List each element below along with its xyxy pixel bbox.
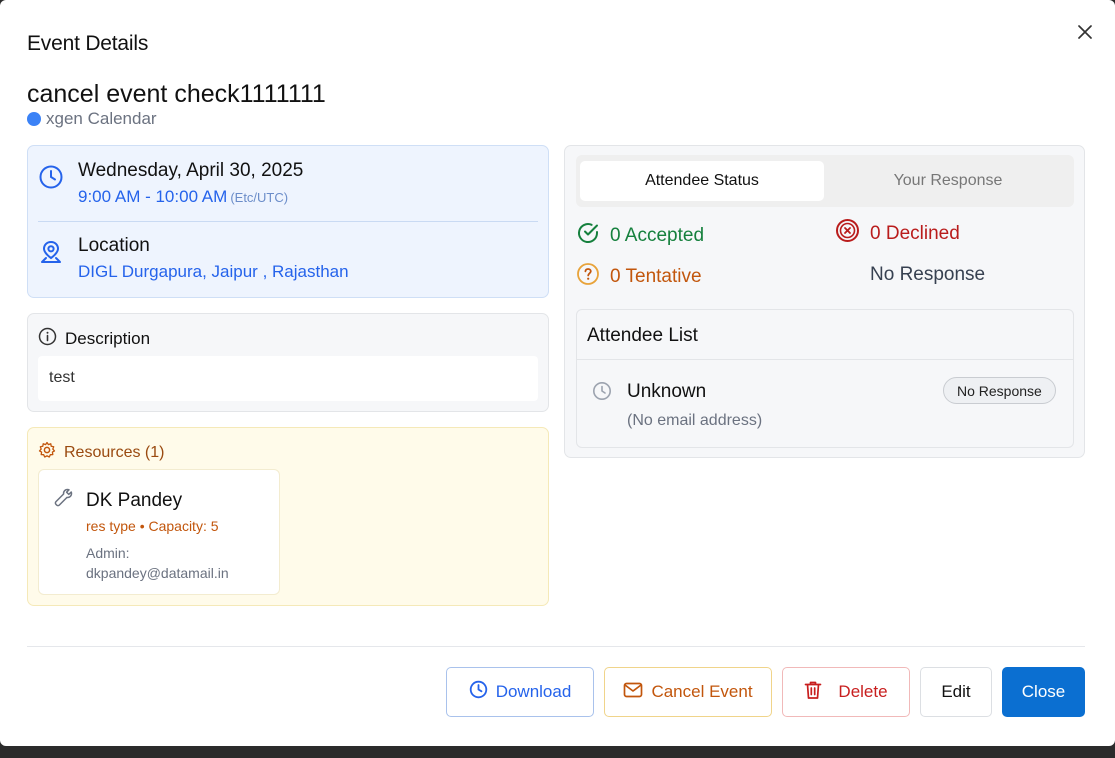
datetime-row: Wednesday, April 30, 2025 9:00 AM - 10:0… xyxy=(38,160,303,207)
attendee-list-title: Attendee List xyxy=(577,310,1073,360)
resource-admin-label: Admin: xyxy=(86,545,130,561)
datetime-location-card: Wednesday, April 30, 2025 9:00 AM - 10:0… xyxy=(27,145,549,298)
cancel-event-label: Cancel Event xyxy=(651,682,753,701)
delete-button[interactable]: Delete xyxy=(782,667,910,717)
attendee-list: Attendee List Unknown (No email address)… xyxy=(576,309,1074,448)
resources-label: Resources (1) xyxy=(64,443,165,461)
check-circle-icon xyxy=(576,221,600,251)
clock-icon xyxy=(469,680,488,704)
close-icon[interactable] xyxy=(1073,20,1097,44)
calendar-color-dot xyxy=(27,112,41,126)
description-header: Description xyxy=(38,327,150,351)
resource-item: DK Pandey res type • Capacity: 5 Admin: … xyxy=(38,469,280,595)
info-icon xyxy=(38,327,57,351)
close-button[interactable]: Close xyxy=(1002,667,1085,717)
resource-meta: res type • Capacity: 5 xyxy=(86,518,219,534)
location-value: DIGL Durgapura, Jaipur , Rajasthan xyxy=(78,262,349,281)
edit-button[interactable]: Edit xyxy=(920,667,992,717)
map-pin-icon xyxy=(38,239,64,265)
mail-icon xyxy=(623,682,643,703)
modal-title: Event Details xyxy=(27,32,149,55)
cancel-event-button[interactable]: Cancel Event xyxy=(604,667,772,717)
question-circle-icon xyxy=(576,262,600,292)
description-card: Description test xyxy=(27,313,549,412)
resource-admin: Admin: dkpandey@datamail.in xyxy=(86,543,266,583)
resources-card: Resources (1) DK Pandey res type • Capac… xyxy=(27,427,549,606)
event-title: cancel event check1111111 xyxy=(27,80,326,108)
download-button[interactable]: Download xyxy=(446,667,594,717)
event-timezone: (Etc/UTC) xyxy=(230,190,289,205)
no-response-label: No Response xyxy=(870,264,986,285)
divider xyxy=(38,221,538,222)
declined-count: 0 Declined xyxy=(870,222,960,244)
resources-header: Resources (1) xyxy=(38,441,164,464)
accepted-count: 0 Accepted xyxy=(610,225,705,246)
resource-name: DK Pandey xyxy=(86,490,183,511)
trash-icon xyxy=(804,680,822,705)
attendee-name: Unknown xyxy=(627,381,707,402)
location-label: Location xyxy=(78,235,150,256)
calendar-name: xgen Calendar xyxy=(46,109,157,128)
tab-your-response[interactable]: Your Response xyxy=(826,161,1070,201)
delete-label: Delete xyxy=(838,682,888,701)
clock-icon xyxy=(38,164,64,190)
description-text: test xyxy=(38,356,538,401)
gear-icon xyxy=(38,441,56,464)
no-response-stat: No Response xyxy=(870,264,985,286)
attendee-tabs: Attendee Status Your Response xyxy=(576,155,1074,207)
description-label: Description xyxy=(65,329,151,348)
tentative-count: 0 Tentative xyxy=(610,266,702,287)
status-badge: No Response xyxy=(943,377,1056,404)
clock-icon xyxy=(592,381,612,406)
event-time-range: 9:00 AM - 10:00 AM xyxy=(78,187,228,206)
calendar-indicator: xgen Calendar xyxy=(27,109,157,129)
event-time: 9:00 AM - 10:00 AM (Etc/UTC) xyxy=(78,187,303,207)
accepted-stat: 0 Accepted xyxy=(576,221,704,251)
download-label: Download xyxy=(495,682,572,701)
event-date: Wednesday, April 30, 2025 xyxy=(78,160,304,181)
location-row: Location DIGL Durgapura, Jaipur , Rajast… xyxy=(38,235,349,282)
tab-attendee-status[interactable]: Attendee Status xyxy=(580,161,824,201)
resource-admin-email: dkpandey@datamail.in xyxy=(86,565,229,581)
event-details-modal: Event Details cancel event check1111111 … xyxy=(0,0,1115,746)
attendee-card: Attendee Status Your Response 0 Accepted… xyxy=(564,145,1085,458)
attendee-email: (No email address) xyxy=(627,412,763,429)
tentative-stat: 0 Tentative xyxy=(576,262,702,292)
wrench-icon xyxy=(53,487,75,514)
declined-stat: 0 Declined xyxy=(835,218,960,249)
footer-divider xyxy=(27,646,1085,647)
x-circle-icon xyxy=(835,218,860,249)
